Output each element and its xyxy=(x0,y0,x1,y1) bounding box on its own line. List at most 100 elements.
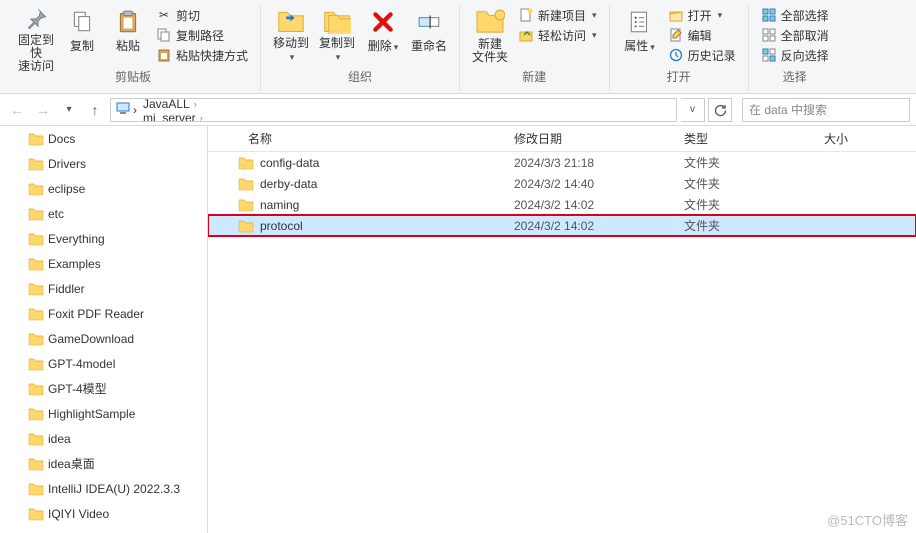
rename-button[interactable]: 重命名 xyxy=(407,4,451,64)
paste-shortcut-label: 粘贴快捷方式 xyxy=(176,47,248,64)
folder-icon xyxy=(28,157,44,171)
table-row[interactable]: naming2024/3/2 14:02文件夹 xyxy=(208,194,916,215)
chevron-right-icon[interactable]: › xyxy=(194,99,197,109)
edit-label: 编辑 xyxy=(688,27,712,44)
folder-icon xyxy=(28,182,44,196)
history-button[interactable]: 历史记录 xyxy=(664,46,740,64)
breadcrumb-segment[interactable]: JavaALL› xyxy=(139,98,207,112)
open-group-label: 打开 xyxy=(667,68,691,85)
ribbon-group-new: 新建 文件夹 新建项目▾ 轻松访问▾ 新建 xyxy=(460,4,610,91)
copy-to-button[interactable]: 复制到▾ xyxy=(315,4,359,64)
refresh-button[interactable] xyxy=(708,98,732,122)
cut-button[interactable]: ✂ 剪切 xyxy=(152,6,252,24)
invert-icon xyxy=(761,47,777,63)
sidebar-item[interactable]: idea桌面 xyxy=(0,451,207,476)
table-row[interactable]: config-data2024/3/3 21:18文件夹 xyxy=(208,152,916,173)
rename-label: 重命名 xyxy=(411,40,447,53)
pin-icon xyxy=(20,6,52,32)
search-placeholder: 在 data 中搜索 xyxy=(749,101,827,118)
properties-icon xyxy=(624,6,656,38)
folder-icon xyxy=(238,156,254,170)
table-row[interactable]: derby-data2024/3/2 14:40文件夹 xyxy=(208,173,916,194)
move-to-label: 移动到▾ xyxy=(271,37,311,64)
ribbon-group-organize: 移动到▾ 复制到▾ 删除▾ 重命名 组织 xyxy=(261,4,460,91)
sidebar-item[interactable]: IntelliJ IDEA(U) 2022.3.3 xyxy=(0,476,207,501)
column-header-type[interactable]: 类型 xyxy=(678,130,818,147)
sidebar-item[interactable]: Foxit PDF Reader xyxy=(0,301,207,326)
column-header-size[interactable]: 大小 xyxy=(818,130,916,147)
column-header-name[interactable]: 名称 xyxy=(208,130,508,147)
new-folder-button[interactable]: 新建 文件夹 xyxy=(468,4,512,64)
search-input[interactable]: 在 data 中搜索 xyxy=(742,98,910,122)
sidebar-item-label: GPT-4模型 xyxy=(48,380,107,397)
delete-icon xyxy=(367,6,399,38)
column-headers[interactable]: 名称 修改日期 类型 大小 xyxy=(208,126,916,152)
select-none-button[interactable]: 全部取消 xyxy=(757,26,833,44)
sidebar-item-label: Docs xyxy=(48,132,75,146)
paste-shortcut-button[interactable]: 粘贴快捷方式 xyxy=(152,46,252,64)
sidebar-item-label: idea桌面 xyxy=(48,455,95,472)
folder-icon xyxy=(28,382,44,396)
sidebar-item[interactable]: Examples xyxy=(0,251,207,276)
sidebar-tree[interactable]: Docs DriverseclipseetcEverythingExamples F… xyxy=(0,126,208,533)
sidebar-item[interactable]: GPT-4模型 xyxy=(0,376,207,401)
folder-icon xyxy=(28,357,44,371)
copy-path-button[interactable]: 复制路径 xyxy=(152,26,252,44)
sidebar-item[interactable]: Fiddler xyxy=(0,276,207,301)
sidebar-item-label: Fiddler xyxy=(48,282,85,296)
sidebar-item[interactable]: idea xyxy=(0,426,207,451)
forward-button[interactable]: → xyxy=(32,99,54,121)
paste-button[interactable]: 粘贴 xyxy=(106,4,150,64)
copy-path-label: 复制路径 xyxy=(176,27,224,44)
open-button[interactable]: 打开▾ xyxy=(664,6,740,24)
breadcrumb[interactable]: › 此电脑›Data (D:)›JavaALL›mi_server›nacos›… xyxy=(110,98,677,122)
sidebar-item[interactable]: etc xyxy=(0,201,207,226)
chevron-right-icon[interactable]: › xyxy=(200,113,203,122)
sidebar-item[interactable]: HighlightSample xyxy=(0,401,207,426)
breadcrumb-segment[interactable]: mi_server› xyxy=(139,111,207,122)
pin-button[interactable]: 固定到快 速访问 xyxy=(14,4,58,64)
sidebar-item[interactable]: Docs xyxy=(0,126,207,151)
copy-path-icon xyxy=(156,27,172,43)
sidebar-item[interactable]: GameDownload xyxy=(0,326,207,351)
recent-menu-button[interactable]: ▾ xyxy=(58,99,80,121)
refresh-icon xyxy=(713,103,727,117)
refresh-dropdown-button[interactable]: v xyxy=(681,98,705,122)
sidebar-item[interactable]: Everything xyxy=(0,226,207,251)
sidebar-item[interactable]: eclipse xyxy=(0,176,207,201)
history-label: 历史记录 xyxy=(688,47,736,64)
cut-label: 剪切 xyxy=(176,7,200,24)
column-header-date[interactable]: 修改日期 xyxy=(508,130,678,147)
sidebar-item-label: GPT-4model xyxy=(48,357,115,371)
ribbon-group-select: 全部选择 全部取消 反向选择 选择 xyxy=(749,4,841,91)
properties-button[interactable]: 属性▾ xyxy=(618,4,662,64)
sidebar-item[interactable]: Drivers xyxy=(0,151,207,176)
select-all-button[interactable]: 全部选择 xyxy=(757,6,833,24)
copy-icon xyxy=(66,6,98,38)
folder-icon xyxy=(28,457,44,471)
invert-button[interactable]: 反向选择 xyxy=(757,46,833,64)
sidebar-item[interactable]: IQIYI Video xyxy=(0,501,207,526)
delete-button[interactable]: 删除▾ xyxy=(361,4,405,64)
easy-access-button[interactable]: 轻松访问▾ xyxy=(514,26,601,44)
up-button[interactable]: ↑ xyxy=(84,99,106,121)
file-type: 文件夹 xyxy=(678,196,818,213)
copy-to-icon xyxy=(321,6,353,35)
sidebar-item-label: Foxit PDF Reader xyxy=(48,307,144,321)
sidebar-item[interactable]: GPT-4model xyxy=(0,351,207,376)
chevron-right-icon[interactable]: › xyxy=(133,103,137,117)
edit-button[interactable]: 编辑 xyxy=(664,26,740,44)
pin-label: 固定到快 速访问 xyxy=(16,34,56,73)
back-button[interactable]: ← xyxy=(6,99,28,121)
file-type: 文件夹 xyxy=(678,154,818,171)
folder-icon xyxy=(28,432,44,446)
file-type: 文件夹 xyxy=(678,217,818,234)
file-list[interactable]: config-data2024/3/3 21:18文件夹derby-data20… xyxy=(208,152,916,533)
new-item-button[interactable]: 新建项目▾ xyxy=(514,6,601,24)
table-row[interactable]: protocol2024/3/2 14:02文件夹 xyxy=(208,215,916,236)
folder-icon xyxy=(238,198,254,212)
copy-button[interactable]: 复制 xyxy=(60,4,104,64)
move-to-button[interactable]: 移动到▾ xyxy=(269,4,313,64)
copy-to-label: 复制到▾ xyxy=(317,37,357,64)
copy-label: 复制 xyxy=(70,40,94,53)
